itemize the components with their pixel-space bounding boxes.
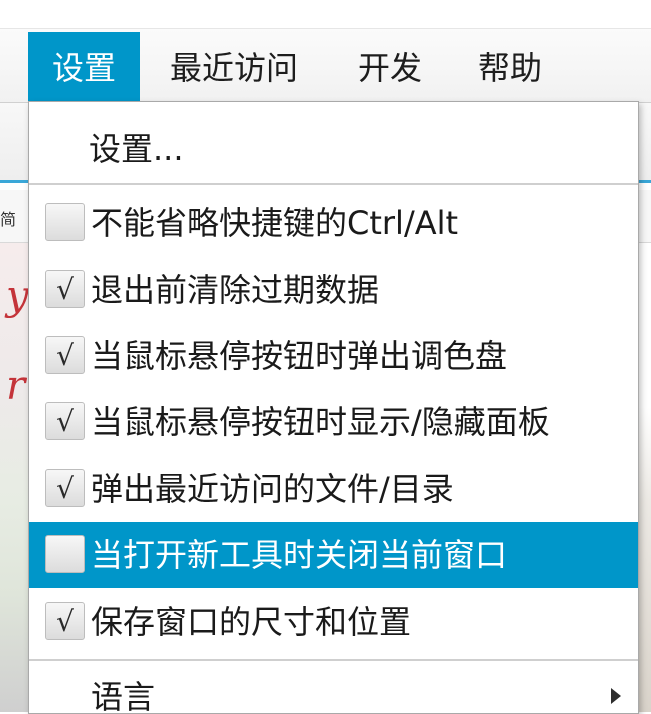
checkbox-unchecked[interactable] (45, 535, 85, 573)
menu-item-label: 不能省略快捷键的Ctrl/Alt (91, 204, 459, 242)
menu-item-label: 弹出最近访问的文件/目录 (91, 470, 454, 508)
settings-dropdown-menu: 设置... 不能省略快捷键的Ctrl/Alt √ 退出前清除过期数据 √ 当鼠标… (28, 101, 639, 714)
menu-item-hover-toggle-panel[interactable]: √ 当鼠标悬停按钮时显示/隐藏面板 (29, 389, 638, 455)
menu-recent[interactable]: 最近访问 (146, 32, 322, 102)
decorative-script-glyph: y (6, 273, 29, 319)
menu-item-label: 当鼠标悬停按钮时显示/隐藏面板 (91, 403, 550, 441)
menu-item-language[interactable]: 语言 (29, 664, 638, 714)
menu-item-label: 语言 (91, 678, 156, 714)
menu-item-hover-palette[interactable]: √ 当鼠标悬停按钮时弹出调色盘 (29, 323, 638, 389)
menu-separator (29, 183, 638, 185)
canvas-image-right-edge (637, 243, 651, 712)
submenu-arrow-icon (611, 688, 621, 704)
menu-develop[interactable]: 开发 (334, 32, 446, 102)
menu-item-settings[interactable]: 设置... (29, 116, 638, 182)
menu-item-label: 当打开新工具时关闭当前窗口 (91, 536, 508, 574)
checkmark-icon[interactable]: √ (45, 336, 85, 374)
menu-item-label: 退出前清除过期数据 (91, 271, 380, 309)
decorative-script-glyph: r (6, 363, 26, 409)
menu-item-popup-recent-files[interactable]: √ 弹出最近访问的文件/目录 (29, 456, 638, 522)
checkmark-icon[interactable]: √ (45, 469, 85, 507)
menu-item-no-omit-shortcut[interactable]: 不能省略快捷键的Ctrl/Alt (29, 190, 638, 256)
menu-item-close-on-new-tool[interactable]: 当打开新工具时关闭当前窗口 (29, 522, 638, 588)
menu-item-save-window-geometry[interactable]: √ 保存窗口的尺寸和位置 (29, 589, 638, 655)
menu-item-label: 设置... (89, 130, 184, 168)
subbar-text: 简 (0, 210, 17, 229)
menu-item-label: 当鼠标悬停按钮时弹出调色盘 (91, 337, 508, 375)
menu-separator (29, 659, 638, 661)
checkmark-icon[interactable]: √ (45, 602, 85, 640)
menu-item-clear-expired-data[interactable]: √ 退出前清除过期数据 (29, 257, 638, 323)
checkmark-icon[interactable]: √ (45, 270, 85, 308)
menu-settings[interactable]: 设置 (28, 32, 141, 102)
menu-item-label: 保存窗口的尺寸和位置 (91, 603, 412, 641)
checkmark-icon[interactable]: √ (45, 402, 85, 440)
menubar: 设置 最近访问 开发 帮助 (0, 28, 651, 103)
canvas-image-left-edge: y r (0, 243, 30, 712)
menu-help[interactable]: 帮助 (454, 32, 566, 102)
checkbox-unchecked[interactable] (45, 203, 85, 241)
